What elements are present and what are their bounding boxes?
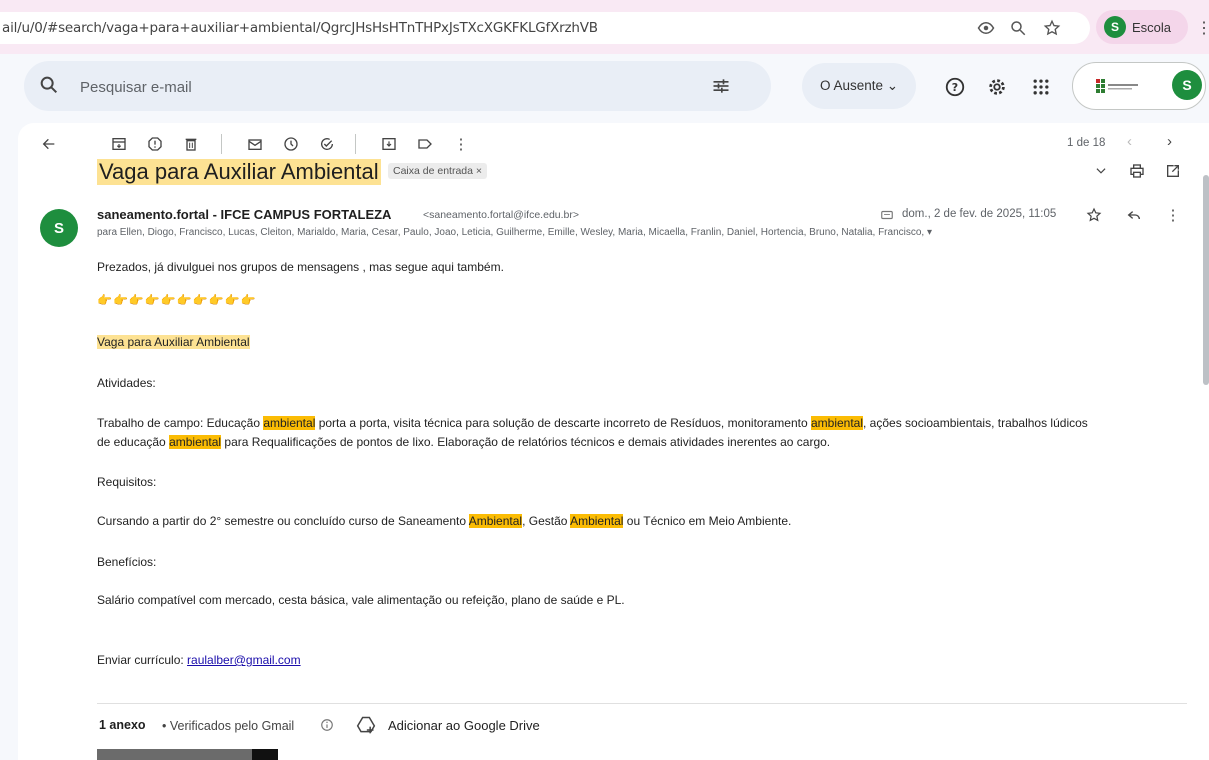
info-icon[interactable] [320, 718, 336, 734]
search-highlight: ambiental [810, 416, 863, 430]
delete-icon[interactable] [180, 133, 202, 155]
pointing-hands-emoji: 👉👉👉👉👉👉👉👉👉👉 [97, 293, 257, 307]
previous-page-icon[interactable]: ‹ [1127, 133, 1132, 150]
attachment-thumbnail[interactable] [97, 749, 277, 760]
account-avatar[interactable]: S [1172, 70, 1202, 100]
email-intro: Prezados, já divulguei nos grupos de men… [97, 260, 504, 274]
institution-logo-icon [1096, 77, 1140, 97]
job-title-text: Vaga para Auxiliar Ambiental [97, 335, 250, 349]
attachment-indicator-icon [876, 204, 898, 226]
google-drive-add-icon[interactable] [356, 715, 378, 737]
svg-text:?: ? [952, 81, 958, 94]
email-date: dom., 2 de fev. de 2025, 11:05 [902, 208, 1057, 220]
profile-label[interactable]: Escola [1132, 20, 1171, 35]
next-page-icon[interactable]: › [1167, 133, 1172, 150]
verified-label: • Verificados pelo Gmail [162, 719, 295, 733]
status-dropdown[interactable]: O Ausente ⌄ [802, 63, 916, 109]
bookmark-star-icon[interactable] [1040, 16, 1064, 40]
attachments-divider [97, 703, 1187, 704]
help-icon[interactable]: ? [942, 74, 968, 100]
text-segment: de educação [97, 435, 170, 449]
pagination-count: 1 de 18 [1067, 137, 1106, 149]
archive-icon[interactable] [108, 133, 130, 155]
inbox-label-chip[interactable]: Caixa de entrada × [388, 163, 488, 179]
attachment-thumbnail-shade [252, 749, 278, 760]
star-icon[interactable] [1083, 204, 1105, 226]
eye-slash-icon[interactable] [974, 16, 998, 40]
text-segment: para Requalificações de pontos de lixo. … [221, 435, 831, 449]
beneficios-label: Benefícios: [97, 555, 157, 569]
sender-email: <saneamento.fortal@ifce.edu.br> [423, 209, 580, 221]
requisitos-label: Requisitos: [97, 475, 157, 489]
attachment-count: 1 anexo [99, 718, 146, 732]
toolbar-divider [355, 134, 356, 154]
scrollbar-thumb[interactable] [1203, 175, 1209, 385]
search-options-icon[interactable] [709, 74, 733, 98]
search-highlight: Ambiental [468, 514, 523, 528]
job-title: Vaga para Auxiliar Ambiental [97, 334, 250, 350]
message-more-icon[interactable]: ⋮ [1162, 204, 1184, 226]
requisitos-text: Cursando a partir do 2° semestre ou conc… [97, 513, 791, 529]
text-segment: Cursando a partir do 2° semestre ou conc… [97, 514, 469, 528]
email-subject: Vaga para Auxiliar Ambiental [97, 159, 381, 185]
toolbar-divider [221, 134, 222, 154]
add-task-icon[interactable] [316, 133, 338, 155]
recipients-list[interactable]: para Ellen, Diogo, Francisco, Lucas, Cle… [97, 227, 932, 238]
add-to-drive-button[interactable]: Adicionar ao Google Drive [388, 718, 540, 733]
search-highlight: ambiental [263, 416, 316, 430]
search-icon[interactable] [38, 74, 62, 98]
zoom-icon[interactable] [1006, 16, 1030, 40]
reply-icon[interactable] [1123, 204, 1145, 226]
more-options-icon[interactable]: ⋮ [450, 133, 472, 155]
expand-all-icon[interactable] [1090, 160, 1112, 182]
text-segment: , Gestão [522, 514, 571, 528]
apps-grid-icon[interactable] [1028, 74, 1054, 100]
text-segment: Trabalho de campo: Educação [97, 416, 264, 430]
print-icon[interactable] [1126, 160, 1148, 182]
enviar-label: Enviar currículo: [97, 653, 188, 667]
snooze-clock-icon[interactable] [280, 133, 302, 155]
atividades-line-2: de educação ambiental para Requalificaçõ… [97, 434, 830, 450]
search-highlight: ambiental [169, 435, 222, 449]
beneficios-text: Salário compatível com mercado, cesta bá… [97, 593, 625, 607]
text-segment: porta a porta, visita técnica para soluç… [315, 416, 811, 430]
url-text[interactable]: ail/u/0/#search/vaga+para+auxiliar+ambie… [2, 20, 598, 36]
atividades-label: Atividades: [97, 376, 156, 390]
enviar-curriculo: Enviar currículo: raulalber@gmail.com [97, 652, 301, 668]
sender-avatar[interactable]: S [40, 209, 78, 247]
open-new-window-icon[interactable] [1162, 160, 1184, 182]
label-icon[interactable] [414, 133, 436, 155]
search-highlight: Ambiental [570, 514, 624, 528]
email-link[interactable]: raulalber@gmail.com [187, 653, 301, 667]
text-segment: ou Técnico em Meio Ambiente. [623, 514, 792, 528]
text-segment: , ações socioambientais, trabalhos lúdic… [863, 416, 1088, 430]
move-to-icon[interactable] [378, 133, 400, 155]
settings-gear-icon[interactable] [984, 74, 1010, 100]
profile-avatar[interactable]: S [1104, 16, 1126, 38]
back-arrow-icon[interactable] [38, 133, 60, 155]
search-input[interactable] [80, 77, 680, 97]
report-spam-icon[interactable] [144, 133, 166, 155]
atividades-line-1: Trabalho de campo: Educação ambiental po… [97, 415, 1088, 431]
mark-unread-icon[interactable] [244, 133, 266, 155]
browser-menu-icon[interactable]: ⋮ [1196, 18, 1209, 38]
sender-name[interactable]: saneamento.fortal - IFCE CAMPUS FORTALEZ… [97, 207, 391, 222]
